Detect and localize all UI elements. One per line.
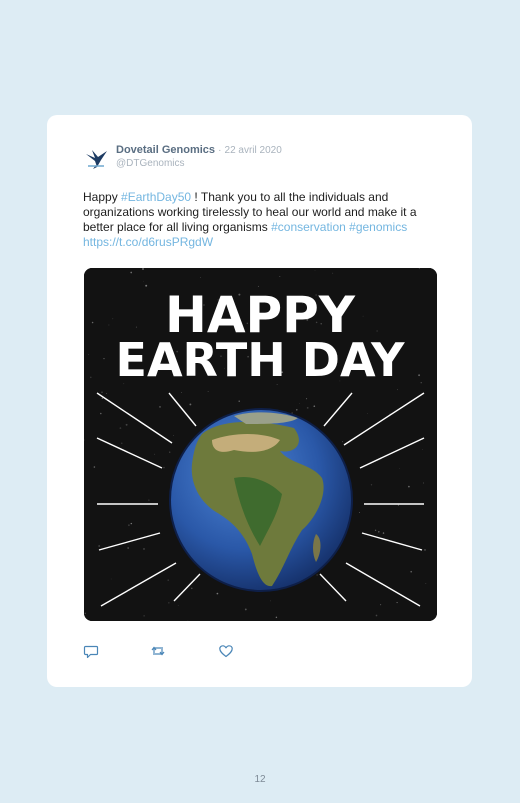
heart-icon[interactable]: [218, 643, 234, 659]
author-handle[interactable]: @DTGenomics: [116, 158, 185, 170]
tweet-card: Dovetail Genomics · 22 avril 2020 @DTGen…: [47, 115, 472, 687]
tweet-text: Happy #EarthDay50 ! Thank you to all the…: [83, 190, 443, 250]
tweet-date[interactable]: 22 avril 2020: [225, 145, 282, 156]
earth-globe: [169, 408, 353, 592]
tweet-author-line: Dovetail Genomics · 22 avril 2020: [116, 144, 282, 157]
separator: ·: [218, 145, 222, 156]
reply-icon[interactable]: [83, 643, 99, 659]
media-headline-2: EARTH DAY: [116, 333, 406, 387]
author-name[interactable]: Dovetail Genomics: [116, 144, 215, 156]
hashtag-link[interactable]: #genomics: [349, 220, 407, 234]
url-link[interactable]: https://t.co/d6rusPRgdW: [83, 235, 213, 249]
tweet-text-segment: Happy: [83, 190, 122, 204]
hashtag-link[interactable]: #EarthDay50: [121, 190, 191, 204]
page-number: 12: [254, 774, 266, 785]
hashtag-link[interactable]: #conservation: [271, 220, 346, 234]
earth-day-image: HAPPY EARTH DAY: [84, 268, 437, 621]
dovetail-logo-avatar[interactable]: [84, 146, 110, 170]
retweet-icon[interactable]: [150, 643, 166, 659]
tweet-media[interactable]: HAPPY EARTH DAY: [84, 268, 437, 621]
